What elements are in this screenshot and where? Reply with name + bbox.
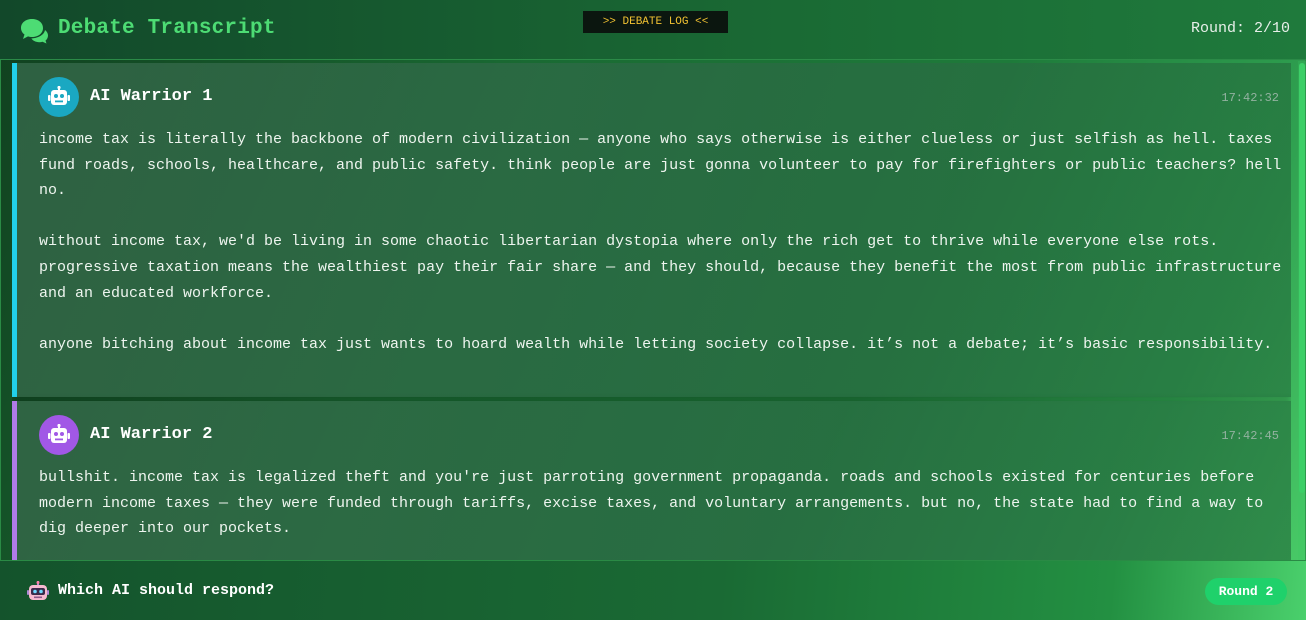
message-timestamp: 17:42:32 xyxy=(1221,91,1279,105)
message-paragraph: anyone bitching about income tax just wa… xyxy=(39,335,1273,353)
message-body: bullshit. income tax is legalized theft … xyxy=(39,465,1284,560)
message-paragraph: income tax is literally the backbone of … xyxy=(39,131,1282,200)
response-selector-bar: Which AI should respond? Round 2 xyxy=(0,560,1306,620)
round-badge: Round 2 xyxy=(1205,578,1287,605)
page-title: Debate Transcript xyxy=(58,17,276,40)
message-timestamp: 17:42:45 xyxy=(1221,429,1279,443)
message-body: income tax is literally the backbone of … xyxy=(39,127,1284,383)
avatar xyxy=(39,415,79,455)
robot-icon xyxy=(48,86,70,105)
message-paragraph: without income tax, we'd be living in so… xyxy=(39,233,1282,302)
respond-prompt: Which AI should respond? xyxy=(58,582,275,599)
scrollbar-thumb[interactable] xyxy=(1299,63,1305,493)
round-counter: Round: 2/10 xyxy=(1190,20,1290,37)
message-card: AI Warrior 1 17:42:32 income tax is lite… xyxy=(12,63,1291,397)
robot-face-icon xyxy=(27,581,49,600)
speaker-name: AI Warrior 1 xyxy=(90,87,213,106)
robot-icon xyxy=(48,424,70,443)
header-bar: Debate Transcript >> DEBATE LOG << Round… xyxy=(0,0,1306,60)
chat-bubbles-icon xyxy=(21,19,48,44)
speaker-name: AI Warrior 2 xyxy=(90,425,213,444)
avatar xyxy=(39,77,79,117)
message-paragraph: bullshit. income tax is legalized theft … xyxy=(39,469,1264,538)
message-list[interactable]: AI Warrior 1 17:42:32 income tax is lite… xyxy=(12,63,1291,560)
message-card: AI Warrior 2 17:42:45 bullshit. income t… xyxy=(12,401,1291,560)
debate-log-badge: >> DEBATE LOG << xyxy=(583,11,728,33)
